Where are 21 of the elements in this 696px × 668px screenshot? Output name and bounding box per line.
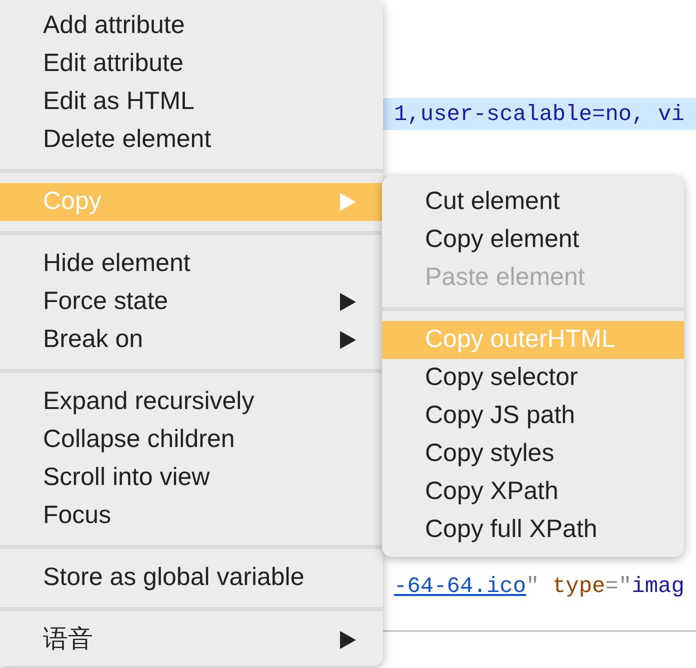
submenu-arrow-icon bbox=[340, 193, 356, 211]
menu-item[interactable]: Copy element bbox=[382, 221, 684, 259]
menu-item[interactable]: Copy styles bbox=[382, 435, 684, 473]
menu-item[interactable]: Collapse children bbox=[0, 421, 383, 459]
menu-item[interactable]: Copy XPath bbox=[382, 473, 684, 511]
menu-item[interactable]: Break on bbox=[0, 321, 383, 359]
submenu-arrow-icon bbox=[340, 631, 356, 649]
menu-item[interactable]: Copy selector bbox=[382, 359, 684, 397]
menu-item[interactable]: Copy JS path bbox=[382, 397, 684, 435]
submenu-arrow-icon bbox=[340, 331, 356, 349]
menu-item[interactable]: Edit attribute bbox=[0, 45, 383, 83]
menu-item[interactable]: Hide element bbox=[0, 245, 383, 283]
submenu-arrow-icon bbox=[340, 293, 356, 311]
menu-item[interactable]: 语音 bbox=[0, 621, 383, 659]
menu-item[interactable]: Expand recursively bbox=[0, 383, 383, 421]
menu-item[interactable]: Scroll into view bbox=[0, 459, 383, 497]
menu-item[interactable]: Add attribute bbox=[0, 7, 383, 45]
menu-item[interactable]: Cut element bbox=[382, 183, 684, 221]
menu-item[interactable]: Focus bbox=[0, 497, 383, 535]
menu-item[interactable]: Force state bbox=[0, 283, 383, 321]
menu-item[interactable]: Copy full XPath bbox=[382, 511, 684, 549]
